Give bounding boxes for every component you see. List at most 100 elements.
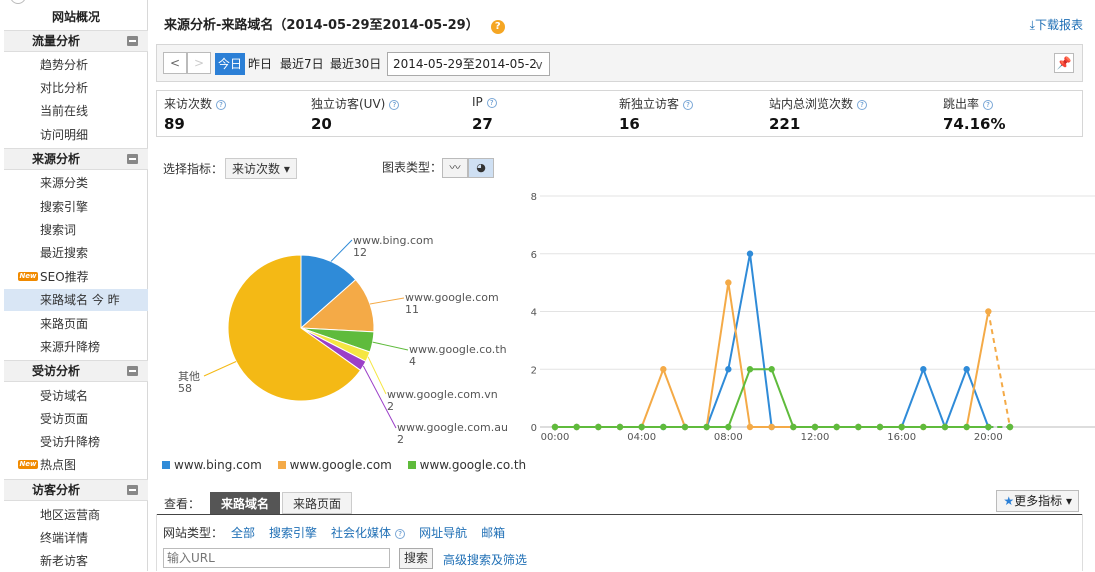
info-icon[interactable]: ? (486, 98, 497, 108)
download-report-link[interactable]: ⤓下载报表 (1030, 16, 1083, 33)
series-line (555, 253, 990, 430)
data-point (746, 366, 754, 373)
legend-item[interactable]: www.google.co.th (407, 458, 527, 472)
sidebar-item-online[interactable]: 当前在线 (4, 100, 148, 122)
data-point (898, 423, 905, 431)
today-yesterday-links[interactable]: 今 昨 (92, 293, 120, 307)
info-icon[interactable]: ? (683, 100, 694, 110)
pie-value-label: 4 (409, 355, 416, 368)
collapse-icon[interactable] (127, 366, 138, 376)
item-label: SEO推荐 (40, 270, 89, 284)
pie-leader-line (203, 361, 237, 377)
caret-down-icon: ▾ (1065, 494, 1072, 508)
metric-select[interactable]: 来访次数 ▾ (225, 158, 297, 179)
section-title: 来源分析 (32, 152, 81, 166)
range-yesterday[interactable]: 昨日 (245, 53, 275, 75)
sidebar-item-visit-detail[interactable]: 访问明细 (4, 124, 148, 146)
filter-nav[interactable]: 网址导航 (419, 526, 467, 540)
url-search-input[interactable] (163, 548, 390, 568)
sidebar-section-visitor[interactable]: 访客分析 (4, 479, 148, 501)
collapse-icon[interactable] (127, 36, 138, 46)
x-tick-label: 12:00 (801, 432, 830, 443)
pie-chart-icon[interactable]: ◕ (468, 158, 495, 178)
sidebar-item-new-old[interactable]: 新老访客 (4, 550, 148, 572)
info-icon[interactable]: ? (216, 100, 227, 110)
sidebar-item-visited-domain[interactable]: 受访域名 (4, 385, 148, 407)
sidebar-item-source-category[interactable]: 来源分类 (4, 172, 148, 194)
metric-selector: 选择指标： 来访次数 ▾ (163, 158, 297, 179)
collapse-icon[interactable] (127, 485, 138, 495)
tab-referrer-page[interactable]: 来路页面 (282, 492, 353, 514)
metric-value: 221 (769, 115, 801, 133)
data-point (985, 423, 992, 431)
filter-mail[interactable]: 邮箱 (481, 526, 505, 540)
chart-type-label: 图表类型： (382, 160, 443, 175)
sidebar-item-compare[interactable]: 对比分析 (4, 77, 148, 99)
legend-item[interactable]: www.bing.com (162, 458, 262, 472)
sidebar-item-region[interactable]: 地区运营商 (4, 504, 148, 526)
filter-search-engine[interactable]: 搜索引擎 (269, 526, 317, 540)
x-tick-label: 16:00 (887, 432, 916, 443)
pie-label: www.google.com.au (397, 421, 508, 434)
sidebar-section-traffic[interactable]: 流量分析 (4, 30, 148, 52)
advanced-search-link[interactable]: 高级搜索及筛选 (443, 551, 527, 568)
sidebar-item-search-word[interactable]: 搜索词 (4, 219, 148, 241)
data-point (725, 366, 732, 373)
metric-value: 74.16% (943, 115, 1006, 133)
range-7days[interactable]: 最近7日 (277, 53, 327, 75)
search-button[interactable]: 搜索 (399, 548, 434, 569)
filter-all[interactable]: 全部 (231, 526, 255, 540)
range-today[interactable]: 今日 (215, 53, 246, 75)
data-point (811, 423, 819, 431)
prev-button[interactable]: < (163, 52, 187, 74)
line-chart-icon[interactable]: 〰 (442, 158, 469, 178)
y-tick-label: 8 (531, 192, 537, 203)
sidebar-item-terminal[interactable]: 终端详情 (4, 527, 148, 549)
info-icon[interactable]: ? (983, 100, 994, 110)
date-value: 2014-05-29至2014-05-2 (393, 57, 537, 71)
chart-area: www.bing.com12www.google.com11www.google… (178, 192, 1095, 446)
sidebar-item-heatmap[interactable]: New 热点图 (4, 454, 148, 476)
view-label: 查看： (164, 497, 201, 511)
sidebar-item-overview[interactable]: 网站概况 (4, 0, 148, 30)
sidebar-item-visited-rank[interactable]: 受访升降榜 (4, 431, 148, 453)
section-title: 访客分析 (32, 483, 81, 497)
collapse-icon[interactable] (127, 154, 138, 164)
range-30days[interactable]: 最近30日 (327, 53, 384, 75)
tab-referrer-domain[interactable]: 来路域名 (210, 492, 281, 514)
metric-value: 20 (311, 115, 332, 133)
help-icon[interactable]: ? (490, 20, 505, 34)
date-range-select[interactable]: 2014-05-29至2014-05-2 v (387, 52, 550, 76)
info-icon[interactable]: ? (389, 100, 400, 110)
data-point (963, 423, 970, 431)
legend-label: www.google.co.th (419, 458, 527, 472)
caret-down-icon: ▾ (283, 162, 290, 176)
pie-value-label: 58 (178, 382, 192, 395)
sidebar-section-visited[interactable]: 受访分析 (4, 360, 148, 382)
metric-label: 独立访客(UV)? (311, 95, 400, 112)
more-metrics-button[interactable]: ★更多指标 ▾ (996, 490, 1079, 512)
sidebar-item-referrer-domain[interactable]: 来路域名 今 昨 (4, 289, 148, 311)
legend-item[interactable]: www.google.com (277, 458, 392, 472)
sidebar-item-trend[interactable]: 趋势分析 (4, 54, 148, 76)
sidebar-item-source-rank[interactable]: 来源升降榜 (4, 336, 148, 358)
filter-social[interactable]: 社会化媒体 (331, 526, 391, 540)
sidebar-item-visited-page[interactable]: 受访页面 (4, 408, 148, 430)
sidebar-section-source[interactable]: 来源分析 (4, 148, 148, 170)
sidebar-item-seo[interactable]: New SEO推荐 (4, 266, 148, 288)
section-title: 受访分析 (32, 364, 81, 378)
info-icon[interactable]: ? (857, 100, 868, 110)
data-point (638, 423, 645, 431)
info-icon[interactable]: ? (395, 529, 406, 539)
sidebar-item-search-engine[interactable]: 搜索引擎 (4, 196, 148, 218)
page-title: 来源分析-来路域名（2014-05-29至2014-05-29）? (164, 14, 505, 34)
next-button[interactable]: > (187, 52, 211, 74)
pie-label: www.google.co.th (409, 343, 507, 356)
sidebar-item-referrer-page[interactable]: 来路页面 (4, 313, 148, 335)
data-point (660, 366, 667, 373)
pin-icon[interactable]: 📌 (1054, 53, 1074, 73)
metrics-bar: 来访次数? 89 独立访客(UV)? 20 IP? 27 新独立访客? 16 站内总浏览… (156, 90, 1083, 137)
sidebar-item-recent-search[interactable]: 最近搜索 (4, 242, 148, 264)
label-text: 独立访客(UV) (311, 97, 386, 111)
pie-leader-line (330, 239, 353, 262)
